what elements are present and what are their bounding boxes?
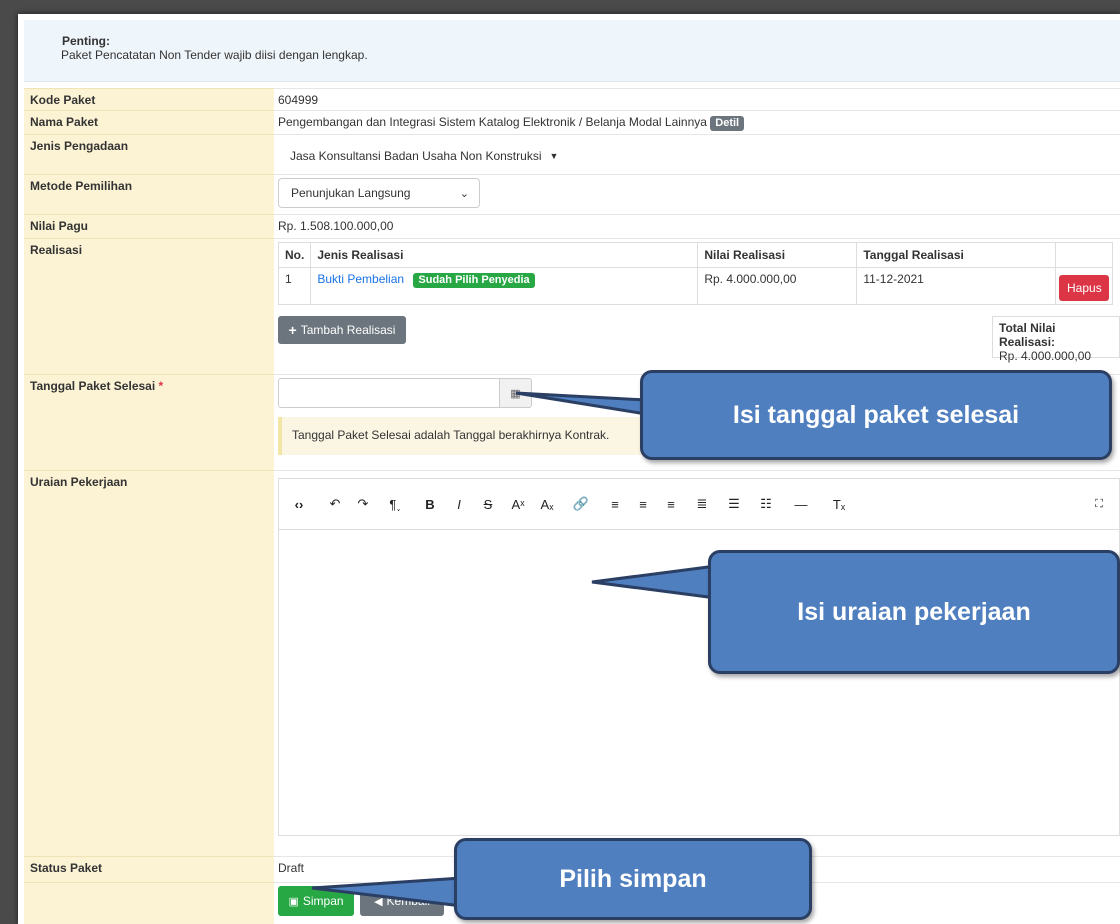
bold-icon[interactable]: B — [415, 497, 445, 512]
kode-paket-label: Kode Paket — [24, 88, 274, 110]
total-realisasi-box: Total Nilai Realisasi: Rp. 4.000.000,00 — [992, 316, 1120, 363]
status-badge: Sudah Pilih Penyedia — [413, 273, 535, 288]
info-alert: Penting: Paket Pencatatan Non Tender waj… — [24, 20, 1120, 82]
nama-paket-label: Nama Paket — [24, 110, 274, 134]
nilai-pagu-value: Rp. 1.508.100.000,00 — [274, 214, 1120, 238]
uraian-label: Uraian Pekerjaan — [24, 470, 274, 856]
nilai-pagu-label: Nilai Pagu — [24, 214, 274, 238]
alert-message: Paket Pencatatan Non Tender wajib diisi … — [61, 48, 368, 62]
row-tanggal: 11-12-2021 — [856, 267, 1057, 305]
align-justify-icon[interactable]: ≣ — [685, 496, 719, 512]
numbered-list-icon[interactable]: ☷ — [749, 496, 783, 512]
link-icon[interactable]: 🔗 — [561, 496, 601, 512]
tanggal-selesai-label: Tanggal Paket Selesai * — [24, 374, 274, 470]
nama-paket-text: Pengembangan dan Integrasi Sistem Katalo… — [278, 115, 707, 129]
row-no: 1 — [277, 267, 312, 305]
metode-pemilihan-select[interactable]: Penunjukan Langsung ⌄ — [278, 178, 480, 208]
chevron-down-icon: ⌄ — [459, 187, 469, 200]
bukti-pembelian-link[interactable]: Bukti Pembelian — [317, 272, 404, 286]
simpan-label: Simpan — [302, 894, 344, 908]
superscript-icon[interactable]: Aˣ — [503, 497, 533, 512]
required-marker: * — [158, 379, 164, 393]
row-action-cell: Hapus — [1055, 267, 1114, 305]
tanggal-selesai-input[interactable] — [278, 378, 500, 408]
metode-pemilihan-value: Penunjukan Langsung — [291, 186, 411, 200]
realisasi-table: No. Jenis Realisasi Nilai Realisasi Tang… — [277, 242, 1114, 305]
total-realisasi-label: Total Nilai Realisasi: — [999, 321, 1056, 349]
jenis-pengadaan-value: Jasa Konsultansi Badan Usaha Non Konstru… — [290, 149, 542, 163]
fullscreen-icon[interactable]: ⛶ — [1079, 498, 1119, 511]
kembali-button[interactable]: ◀ Kembali — [360, 886, 444, 916]
editor-toolbar: ‹› ↶ ↷ ¶˯ B I S Aˣ Aₓ 🔗 ≡ ≡ ≡ ≣ ☰ ☷ — Tₓ… — [278, 478, 1120, 530]
buttons-row-label — [24, 882, 274, 924]
save-icon: ▣ — [288, 895, 299, 908]
caret-down-icon: ▼ — [549, 151, 559, 161]
align-right-icon[interactable]: ≡ — [657, 497, 685, 512]
realisasi-header-row: No. Jenis Realisasi Nilai Realisasi Tang… — [277, 242, 1114, 268]
callout-uraian: Isi uraian pekerjaan — [708, 550, 1120, 674]
col-nilai: Nilai Realisasi — [697, 242, 858, 268]
undo-icon[interactable]: ↶ — [319, 496, 351, 512]
subscript-icon[interactable]: Aₓ — [533, 497, 561, 512]
clear-format-icon[interactable]: Tₓ — [819, 497, 859, 512]
align-center-icon[interactable]: ≡ — [629, 497, 657, 512]
bullet-list-icon[interactable]: ☰ — [719, 496, 749, 512]
row-jenis-cell: Bukti Pembelian Sudah Pilih Penyedia — [310, 267, 699, 305]
simpan-button[interactable]: ▣ Simpan — [278, 886, 354, 916]
redo-icon[interactable]: ↷ — [351, 496, 375, 512]
calendar-icon[interactable]: ▦ — [500, 378, 532, 408]
kode-paket-value: 604999 — [274, 88, 1120, 110]
tanggal-selesai-text: Tanggal Paket Selesai — [30, 379, 156, 393]
italic-icon[interactable]: I — [445, 497, 473, 512]
status-paket-label: Status Paket — [24, 856, 274, 882]
plus-icon: + — [288, 322, 297, 338]
total-realisasi-value: Rp. 4.000.000,00 — [999, 349, 1092, 363]
horizontal-rule-icon[interactable]: — — [783, 497, 819, 512]
jenis-pengadaan-dropdown[interactable]: Jasa Konsultansi Badan Usaha Non Konstru… — [278, 141, 570, 171]
hapus-button[interactable]: Hapus — [1059, 275, 1110, 301]
col-tanggal: Tanggal Realisasi — [856, 242, 1057, 268]
callout-simpan: Pilih simpan — [454, 838, 812, 920]
jenis-pengadaan-label: Jenis Pengadaan — [24, 134, 274, 174]
detil-badge[interactable]: Detil — [710, 116, 745, 131]
back-icon: ◀ — [374, 895, 383, 908]
tambah-realisasi-label: Tambah Realisasi — [300, 323, 396, 337]
callout-tanggal: Isi tanggal paket selesai — [640, 370, 1112, 460]
align-left-icon[interactable]: ≡ — [601, 497, 629, 512]
nama-paket-value: Pengembangan dan Integrasi Sistem Katalo… — [274, 110, 1120, 134]
row-nilai: Rp. 4.000.000,00 — [697, 267, 858, 305]
col-no: No. — [277, 242, 312, 268]
source-code-icon[interactable]: ‹› — [279, 497, 319, 512]
kembali-label: Kembali — [386, 894, 430, 908]
table-row: 1 Bukti Pembelian Sudah Pilih Penyedia R… — [277, 267, 1114, 305]
col-jenis: Jenis Realisasi — [310, 242, 699, 268]
metode-pemilihan-label: Metode Pemilihan — [24, 174, 274, 214]
alert-title: Penting: — [62, 34, 110, 48]
strikethrough-icon[interactable]: S — [473, 497, 503, 512]
paragraph-icon[interactable]: ¶˯ — [375, 497, 415, 512]
tambah-realisasi-button[interactable]: + Tambah Realisasi — [278, 316, 406, 344]
realisasi-label: Realisasi — [24, 238, 274, 374]
col-action — [1055, 242, 1114, 268]
